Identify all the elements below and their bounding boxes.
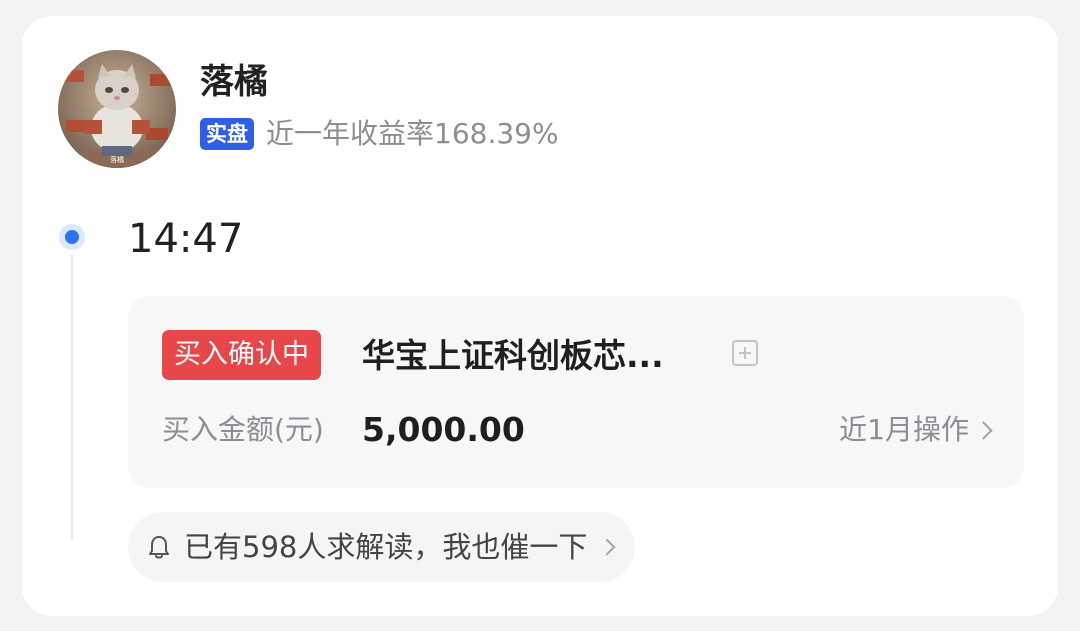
real-account-badge: 实盘 [200,118,254,150]
recent-ops-label: 近1月操作 [839,413,969,446]
chevron-right-icon [598,538,616,556]
add-watchlist-icon[interactable] [732,340,758,366]
svg-text:落橘: 落橘 [110,155,124,164]
reminder-text: 已有598人求解读，我也催一下 [184,530,588,564]
user-name[interactable]: 落橘 [200,60,268,104]
trade-status-tag: 买入确认中 [162,330,321,380]
bell-icon [149,536,169,559]
timeline-dot [59,224,85,250]
annual-return-text: 近一年收益率168.39% [266,117,559,150]
avatar-image: 落橘 [58,50,176,168]
chevron-right-icon [974,420,993,440]
amount-value: 5,000.00 [362,410,525,449]
amount-label: 买入金额(元) [162,413,324,446]
post-card: 落橘 落橘 实盘 近一年收益率168.39% 14:47 买入确认中 华宝上证科… [22,16,1058,616]
fund-name[interactable]: 华宝上证科创板芯... [362,334,664,378]
trade-time: 14:47 [128,216,244,262]
trade-card[interactable]: 买入确认中 华宝上证科创板芯... 买入金额(元) 5,000.00 近1月操作 [128,296,1024,488]
avatar[interactable]: 落橘 [58,50,176,168]
request-interpretation-button[interactable]: 已有598人求解读，我也催一下 [128,512,636,582]
recent-ops-link[interactable]: 近1月操作 [839,410,993,450]
timeline-line [71,254,73,540]
